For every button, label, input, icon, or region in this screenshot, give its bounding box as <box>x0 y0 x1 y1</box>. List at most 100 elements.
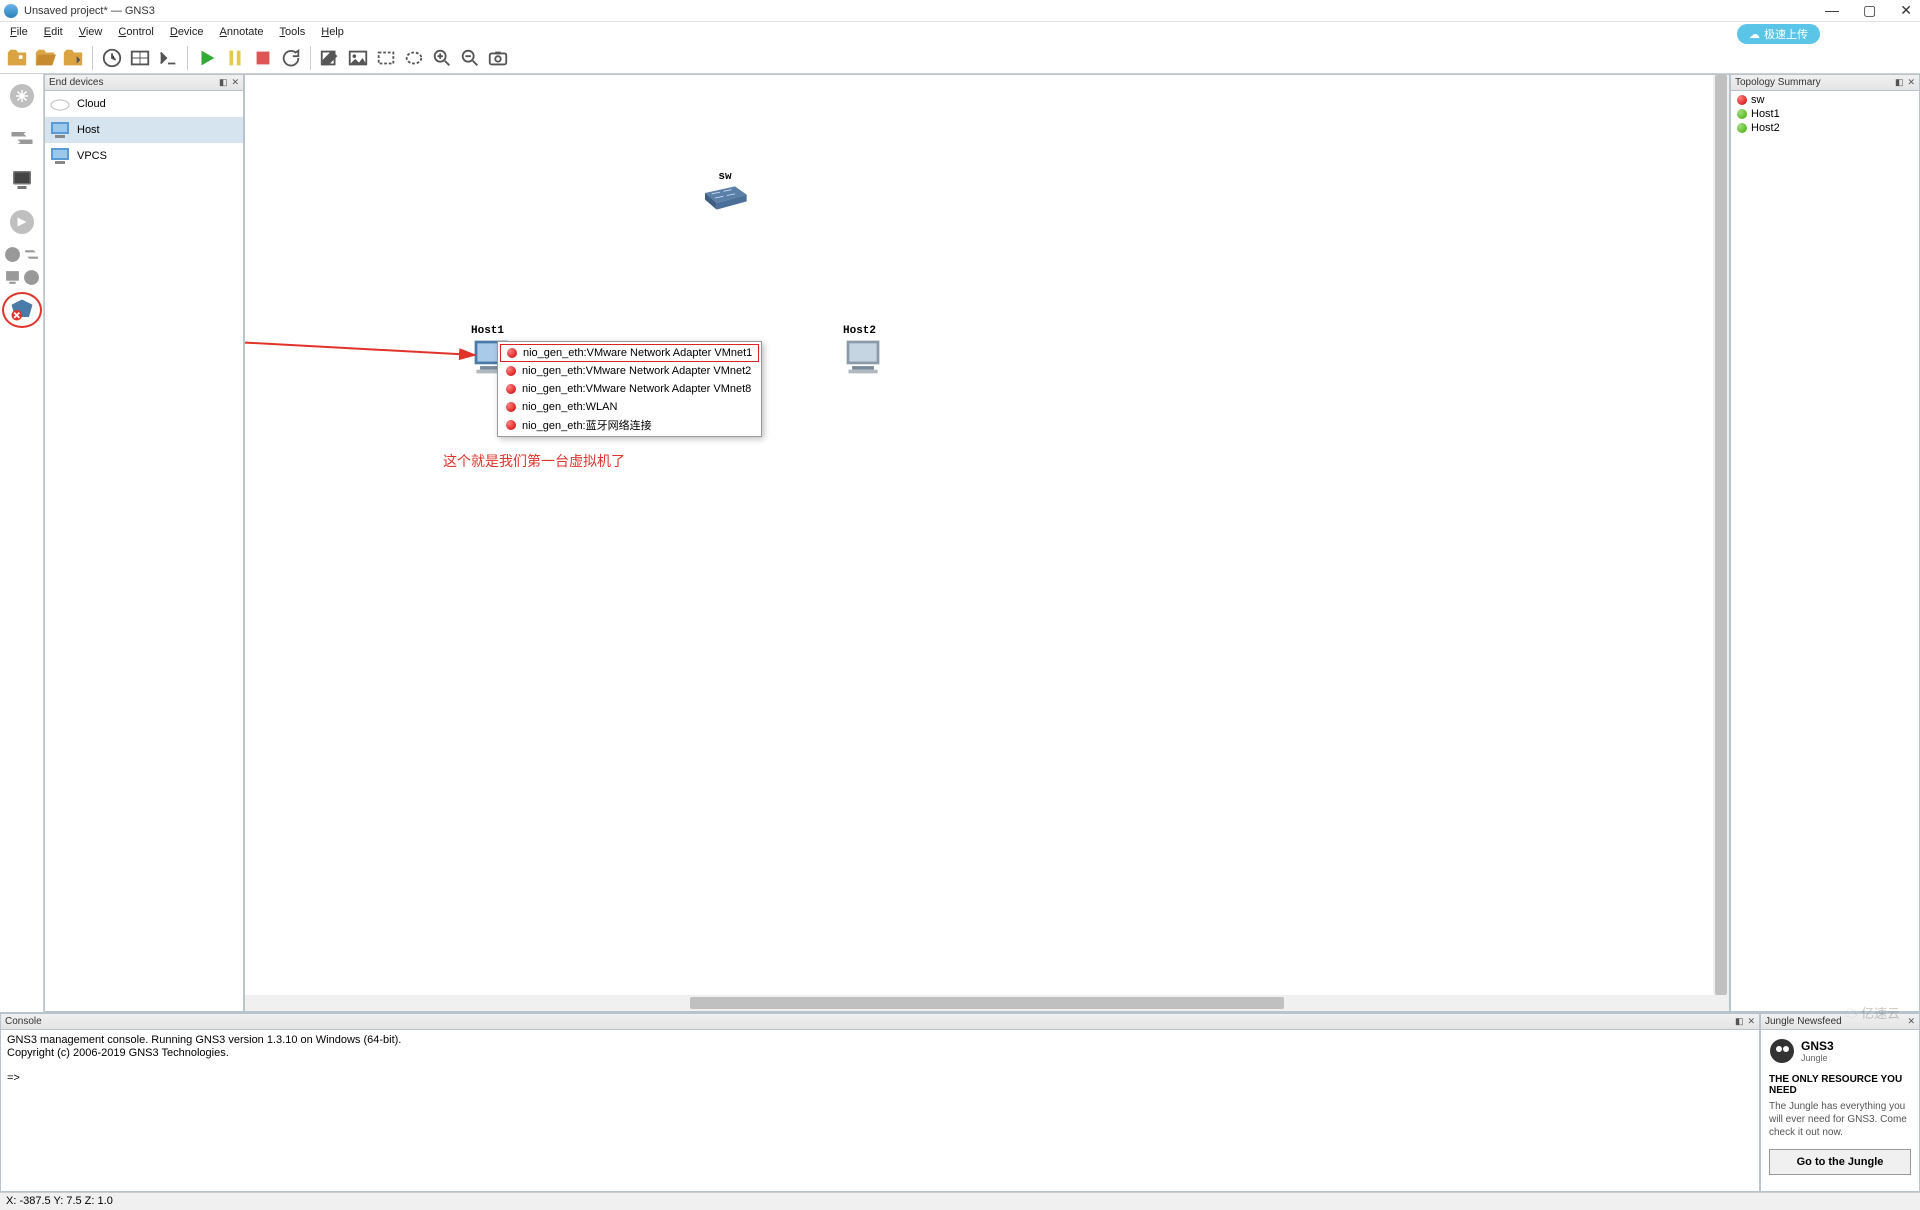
status-dot-icon <box>506 402 516 412</box>
canvas-scrollbar-v[interactable] <box>1713 75 1729 995</box>
topo-item-host2[interactable]: Host2 <box>1733 121 1917 135</box>
menu-help[interactable]: Help <box>315 24 350 40</box>
status-dot-icon <box>506 420 516 430</box>
clock-icon[interactable] <box>99 45 125 71</box>
device-label: Cloud <box>77 98 106 110</box>
ctx-item-vmnet2[interactable]: nio_gen_eth:VMware Network Adapter VMnet… <box>500 362 759 380</box>
canvas-scrollbar-h[interactable] <box>245 995 1729 1011</box>
menu-device[interactable]: Device <box>164 24 210 40</box>
panel-undock-icon[interactable]: ◧ <box>1895 77 1904 88</box>
panel-close-icon[interactable]: ✕ <box>231 77 239 88</box>
mini-security-icon[interactable] <box>23 269 40 286</box>
brand-sub: Jungle <box>1801 1053 1834 1063</box>
device-host[interactable]: Host <box>45 117 243 143</box>
cloud-upload-icon: ☁ <box>1749 28 1760 41</box>
newsfeed-title: Jungle Newsfeed <box>1765 1016 1842 1027</box>
go-to-jungle-button[interactable]: Go to the Jungle <box>1769 1149 1911 1175</box>
mini-switch-icon[interactable] <box>23 246 40 263</box>
stop-icon[interactable] <box>250 45 276 71</box>
ctx-label: nio_gen_eth:VMware Network Adapter VMnet… <box>523 347 752 359</box>
snapshot-icon[interactable] <box>127 45 153 71</box>
ctx-item-vmnet8[interactable]: nio_gen_eth:VMware Network Adapter VMnet… <box>500 380 759 398</box>
device-vpcs[interactable]: VPCS <box>45 143 243 169</box>
node-host2[interactable]: Host2 <box>843 325 883 380</box>
topology-summary-panel: Topology Summary ◧✕ sw Host1 Host2 <box>1730 74 1920 1012</box>
end-devices-category-icon[interactable] <box>4 162 40 198</box>
panel-close-icon[interactable]: ✕ <box>1907 77 1915 88</box>
zoom-out-icon[interactable] <box>457 45 483 71</box>
statusbar: X: -387.5 Y: 7.5 Z: 1.0 <box>0 1192 1920 1210</box>
ctx-item-vmnet1[interactable]: nio_gen_eth:VMware Network Adapter VMnet… <box>500 344 759 362</box>
menu-tools[interactable]: Tools <box>274 24 312 40</box>
node-label: Host1 <box>471 325 511 337</box>
topology-canvas[interactable]: sw Host1 Host2 nio_g <box>244 74 1730 1012</box>
status-dot-icon <box>506 384 516 394</box>
switches-category-icon[interactable] <box>4 120 40 156</box>
menu-edit[interactable]: Edit <box>38 24 69 40</box>
interface-context-menu: nio_gen_eth:VMware Network Adapter VMnet… <box>497 341 762 437</box>
status-coords: X: -387.5 Y: 7.5 Z: 1.0 <box>6 1195 113 1208</box>
menu-file[interactable]: File <box>4 24 34 40</box>
titlebar: Unsaved project* — GNS3 ― ▢ ✕ <box>0 0 1920 22</box>
maximize-button[interactable]: ▢ <box>1863 2 1876 19</box>
cancel-link-button[interactable] <box>2 292 42 328</box>
note-icon[interactable] <box>317 45 343 71</box>
security-category-icon[interactable] <box>4 204 40 240</box>
watermark: ☁ 亿速云 <box>1844 1003 1900 1022</box>
rectangle-icon[interactable] <box>373 45 399 71</box>
jungle-logo-icon <box>1769 1038 1795 1064</box>
right-column: Topology Summary ◧✕ sw Host1 Host2 <box>1730 74 1920 1012</box>
console-body[interactable]: GNS3 management console. Running GNS3 ve… <box>1 1030 1759 1089</box>
menu-control[interactable]: Control <box>112 24 159 40</box>
ctx-item-bluetooth[interactable]: nio_gen_eth:蓝牙网络连接 <box>500 416 759 434</box>
newsfeed-headline: THE ONLY RESOURCE YOU NEED <box>1769 1074 1911 1096</box>
window-controls: ― ▢ ✕ <box>1825 2 1912 19</box>
ctx-label: nio_gen_eth:VMware Network Adapter VMnet… <box>522 365 751 377</box>
screenshot-icon[interactable] <box>485 45 511 71</box>
devices-panel: End devices ◧✕ Cloud Host VPCS <box>44 74 244 1012</box>
node-sw[interactable]: sw <box>700 171 750 216</box>
topo-label: Host1 <box>1751 108 1780 120</box>
switch-icon <box>700 183 750 213</box>
cloud-icon <box>49 96 71 112</box>
mini-host-icon[interactable] <box>4 269 21 286</box>
console-all-icon[interactable] <box>155 45 181 71</box>
main-area: End devices ◧✕ Cloud Host VPCS sw <box>0 74 1920 1012</box>
routers-category-icon[interactable] <box>4 78 40 114</box>
zoom-in-icon[interactable] <box>429 45 455 71</box>
device-cloud[interactable]: Cloud <box>45 91 243 117</box>
topology-list: sw Host1 Host2 <box>1731 91 1919 1011</box>
play-icon[interactable] <box>194 45 220 71</box>
ctx-item-wlan[interactable]: nio_gen_eth:WLAN <box>500 398 759 416</box>
device-label: Host <box>77 124 100 136</box>
topo-label: Host2 <box>1751 122 1780 134</box>
newsfeed-body: GNS3Jungle THE ONLY RESOURCE YOU NEED Th… <box>1761 1030 1919 1183</box>
menubar: File Edit View Control Device Annotate T… <box>0 22 1920 42</box>
menu-annotate[interactable]: Annotate <box>214 24 270 40</box>
pause-icon[interactable] <box>222 45 248 71</box>
device-label: VPCS <box>77 150 107 162</box>
annotation-text: 这个就是我们第一台虚拟机了 <box>443 451 625 471</box>
minimize-button[interactable]: ― <box>1825 2 1839 19</box>
topo-item-sw[interactable]: sw <box>1733 93 1917 107</box>
close-button[interactable]: ✕ <box>1900 2 1912 19</box>
upload-pill[interactable]: ☁ 极速上传 <box>1737 24 1820 44</box>
save-project-icon[interactable] <box>60 45 86 71</box>
ellipse-icon[interactable] <box>401 45 427 71</box>
reload-icon[interactable] <box>278 45 304 71</box>
topo-item-host1[interactable]: Host1 <box>1733 107 1917 121</box>
menu-view[interactable]: View <box>73 24 109 40</box>
open-project-icon[interactable] <box>32 45 58 71</box>
newsfeed-panel: Jungle Newsfeed ✕ GNS3Jungle THE ONLY RE… <box>1760 1013 1920 1192</box>
devices-panel-header: End devices ◧✕ <box>45 75 243 91</box>
panel-close-icon[interactable]: ✕ <box>1747 1016 1755 1027</box>
node-label: sw <box>700 171 750 183</box>
panel-undock-icon[interactable]: ◧ <box>1735 1016 1744 1027</box>
panel-close-icon[interactable]: ✕ <box>1907 1016 1915 1027</box>
new-project-icon[interactable] <box>4 45 30 71</box>
vpcs-icon <box>49 147 71 165</box>
image-icon[interactable] <box>345 45 371 71</box>
panel-undock-icon[interactable]: ◧ <box>219 77 228 88</box>
toolbar <box>0 42 1920 74</box>
mini-router-icon[interactable] <box>4 246 21 263</box>
